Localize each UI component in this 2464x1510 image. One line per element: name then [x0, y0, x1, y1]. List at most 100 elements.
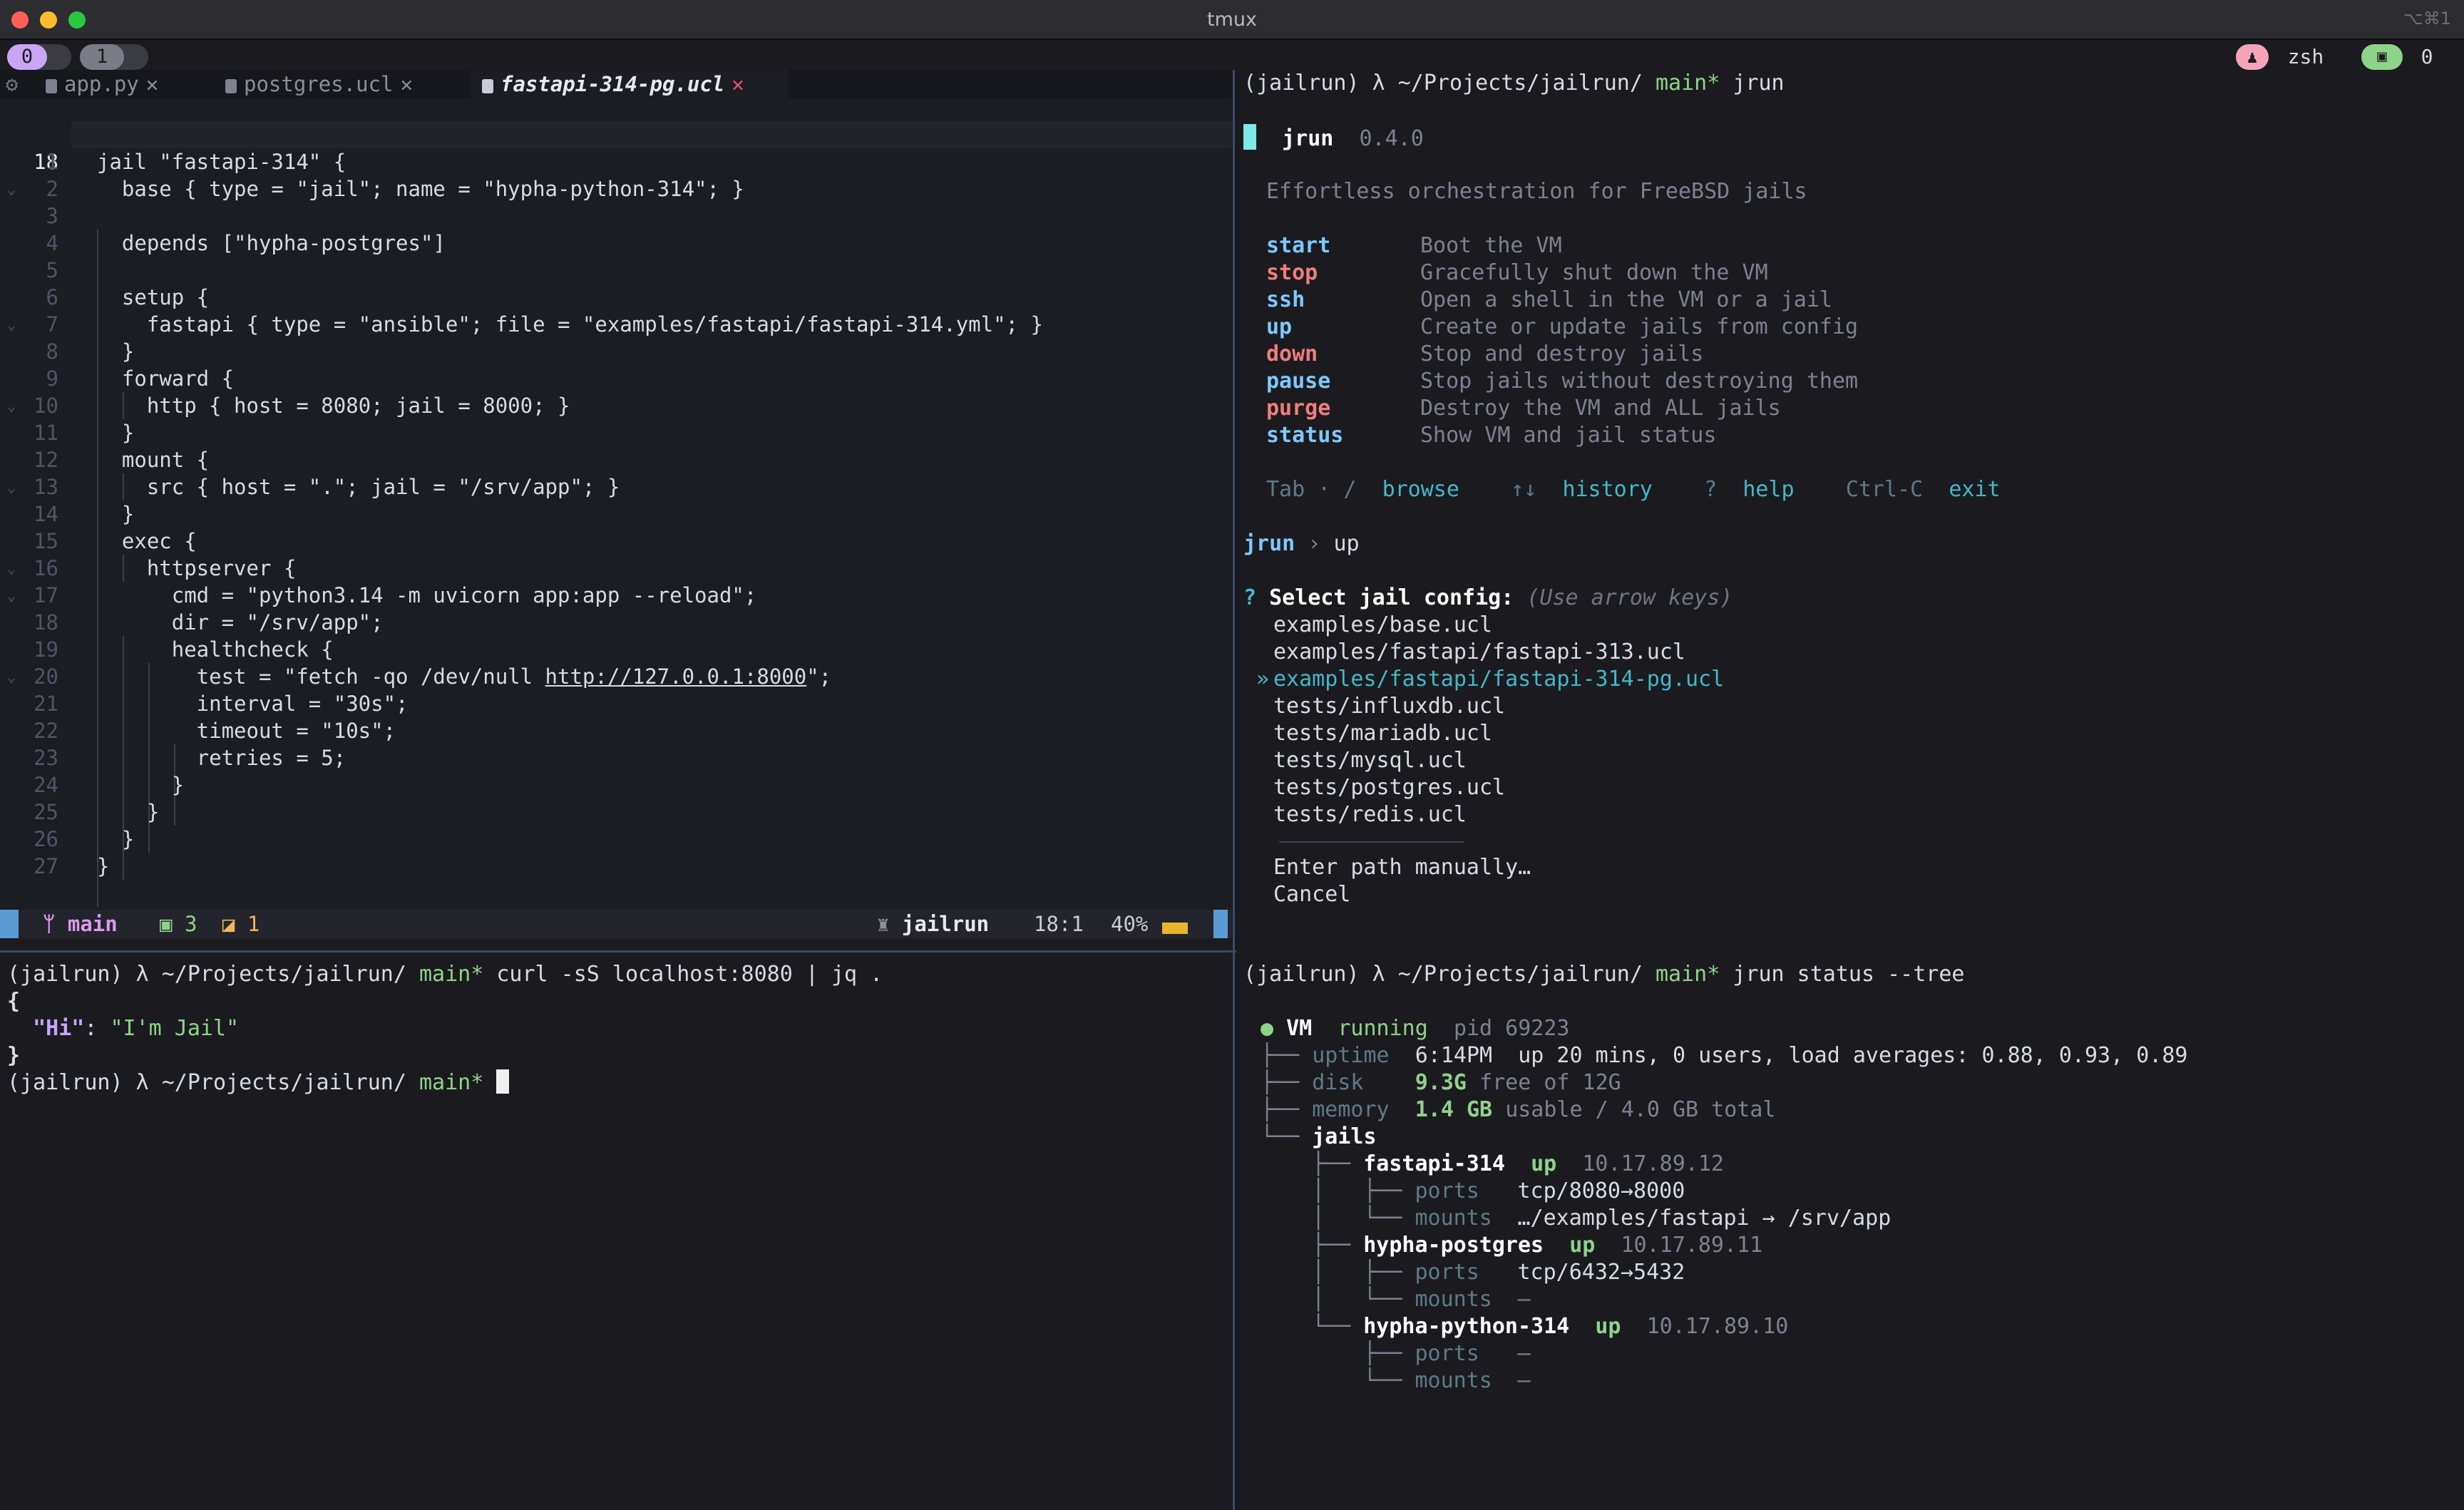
line-number: 19: [34, 637, 58, 662]
line-number: 4: [46, 231, 58, 255]
code-line[interactable]: 23 retries = 5;: [0, 744, 1232, 771]
close-tab-icon[interactable]: ✕: [146, 72, 158, 96]
code-line[interactable]: ⌄ 7 fastapi { type = "ansible"; file = "e…: [0, 311, 1232, 338]
code-line[interactable]: 6 setup {: [0, 284, 1232, 311]
line-number: 26: [34, 827, 58, 851]
code-line[interactable]: 9 forward {: [0, 365, 1232, 392]
close-tab-icon[interactable]: ✕: [401, 72, 413, 96]
tab-label: fastapi-314-pg.ucl: [500, 72, 725, 96]
jrun-interactive-pane[interactable]: (jailrun) λ ~/Projects/jailrun/ main* jr…: [1236, 70, 2464, 952]
user-icon: ♜: [877, 912, 902, 936]
shell-pane-bottom-left[interactable]: (jailrun) λ ~/Projects/jailrun/ main* cu…: [0, 955, 1232, 1510]
prompt-line: (jailrun) λ ~/Projects/jailrun/ main* cu…: [7, 962, 883, 987]
code-line[interactable]: 22 timeout = "10s";: [0, 717, 1232, 744]
config-option[interactable]: examples/fastapi/fastapi-313.ucl: [1243, 639, 1685, 666]
person-icon: ♟: [2236, 44, 2269, 70]
code-line[interactable]: 12 mount {: [0, 446, 1232, 473]
code-line[interactable]: 18 dir = "/srv/app";: [0, 609, 1232, 636]
code-line[interactable]: 4 depends ["hypha-postgres"]: [0, 230, 1232, 257]
code-text: test = "fetch -qo /dev/null http://127.0…: [97, 664, 832, 689]
config-option[interactable]: » examples/fastapi/fastapi-314-pg.ucl: [1243, 666, 1724, 693]
jail-state: up: [1531, 1151, 1557, 1176]
tab-fastapi-314-pg-ucl[interactable]: fastapi-314-pg.ucl ✕: [471, 70, 789, 98]
line-number: 5: [46, 258, 58, 282]
code-line[interactable]: 27}: [0, 853, 1232, 880]
code-line[interactable]: ⌄ 16 httpserver {: [0, 555, 1232, 582]
command-description: Boot the VM: [1420, 233, 1562, 258]
window-title: tmux: [1207, 9, 1257, 31]
code-line[interactable]: 15 exec {: [0, 528, 1232, 555]
option-label: tests/mysql.ucl: [1273, 748, 1467, 773]
config-option[interactable]: tests/mariadb.ucl: [1243, 720, 1492, 747]
code-line[interactable]: 1 jail "fastapi-314" {: [0, 148, 1232, 175]
code-line[interactable]: 21 interval = "30s";: [0, 690, 1232, 717]
command-item: ssh Open a shell in the VM or a jail: [1266, 287, 1832, 314]
code-text: }: [97, 827, 135, 851]
code-line[interactable]: ⌄ 20 test = "fetch -qo /dev/null http://1…: [0, 663, 1232, 690]
editor-pane[interactable]: ⚙ app.py ✕ postgres.ucl ✕ fastapi-314-pg.u…: [0, 70, 1232, 938]
line-number: 12: [34, 448, 58, 472]
window-titlebar: tmux ⌥⌘1: [0, 0, 2464, 40]
line-number: 17: [34, 583, 58, 607]
pane-divider-vertical[interactable]: [1233, 70, 1235, 1510]
code-line[interactable]: 24 }: [0, 771, 1232, 798]
modified-count: 1: [247, 912, 260, 936]
tmux-window-0[interactable]: 0: [7, 44, 71, 70]
text-cursor: [496, 1069, 510, 1094]
code-line[interactable]: 14 }: [0, 500, 1232, 528]
line-number: 25: [34, 800, 58, 824]
line-number: 15: [34, 529, 58, 553]
line-number: 3: [46, 204, 58, 228]
code-line[interactable]: 25 }: [0, 798, 1232, 826]
jail-name: hypha-python-314: [1363, 1314, 1570, 1339]
tab-postgres-ucl[interactable]: postgres.ucl ✕: [225, 70, 413, 98]
python-file-icon: [46, 79, 57, 93]
config-option[interactable]: tests/influxdb.ucl: [1243, 693, 1505, 720]
shell-name: zsh: [2287, 45, 2324, 68]
code-line[interactable]: 11 }: [0, 419, 1232, 446]
code-text: depends ["hypha-postgres"]: [97, 231, 446, 255]
code-line[interactable]: ⌄ 13 src { host = "."; jail = "/srv/app";…: [0, 473, 1232, 500]
pane-divider-horizontal-left[interactable]: [0, 950, 1233, 952]
jail-ports: │ ├── ports tcp/6432→5432: [1312, 1260, 1685, 1285]
code-line[interactable]: ⌄ 10 http { host = 8080; jail = 8000; }: [0, 392, 1232, 419]
tmux-status-bar: 0 1 ♟ zsh ▣ 0: [0, 41, 2464, 73]
command-name: up: [1266, 314, 1293, 339]
config-option[interactable]: tests/postgres.ucl: [1243, 774, 1505, 801]
code-line[interactable]: 19 healthcheck {: [0, 636, 1232, 663]
code-line[interactable]: 3: [0, 202, 1232, 230]
config-option[interactable]: examples/base.ucl: [1243, 612, 1492, 639]
code-text: forward {: [97, 366, 235, 391]
url-link[interactable]: http://127.0.0.1:8000: [545, 664, 807, 689]
close-tab-icon[interactable]: ✕: [732, 72, 744, 96]
code-line[interactable]: ⌄ 2 base { type = "jail"; name = "hypha-p…: [0, 175, 1232, 202]
tmux-right-status: ♟ zsh ▣ 0: [2220, 44, 2455, 70]
command-item: pause Stop jails without destroying them: [1266, 368, 1858, 395]
jail-ports: ├── ports —: [1312, 1341, 1531, 1366]
config-option[interactable]: tests/redis.ucl: [1243, 801, 1467, 828]
jail-state: up: [1595, 1314, 1621, 1339]
code-text: fastapi { type = "ansible"; file = "exam…: [97, 312, 1043, 337]
option-cancel[interactable]: Cancel: [1273, 881, 1350, 908]
editor-tab-bar: ⚙ app.py ✕ postgres.ucl ✕ fastapi-314-pg.u…: [0, 70, 1232, 98]
prompt-line-active[interactable]: (jailrun) λ ~/Projects/jailrun/ main*: [7, 1069, 510, 1096]
line-number: 10: [34, 394, 58, 418]
typed-command: jrun status --tree: [1732, 962, 1965, 987]
vm-uptime: ├── uptime 6:14PM up 20 mins, 0 users, l…: [1261, 1043, 2188, 1068]
code-line[interactable]: 26 }: [0, 826, 1232, 853]
code-line[interactable]: ⌄ 17 cmd = "python3.14 -m uvicorn app:app…: [0, 582, 1232, 609]
code-line[interactable]: 8 }: [0, 338, 1232, 365]
jrun-header: jrun 0.4.0: [1243, 124, 1424, 153]
line-number: 23: [34, 746, 58, 770]
app-name: jrun: [1282, 126, 1334, 151]
tmux-window-1[interactable]: 1: [80, 44, 148, 70]
line-number: 21: [34, 692, 58, 716]
tab-app-py[interactable]: app.py ✕: [46, 70, 158, 98]
prompt-line: (jailrun) λ ~/Projects/jailrun/ main* jr…: [1243, 71, 1785, 96]
jrun-status-pane[interactable]: (jailrun) λ ~/Projects/jailrun/ main* jr…: [1236, 955, 2464, 1510]
settings-icon[interactable]: ⚙: [6, 70, 20, 98]
config-option[interactable]: tests/mysql.ucl: [1243, 747, 1467, 774]
code-line[interactable]: 5: [0, 257, 1232, 284]
option-enter-path[interactable]: Enter path manually…: [1273, 854, 1531, 881]
modified-icon: ◪: [222, 912, 235, 936]
